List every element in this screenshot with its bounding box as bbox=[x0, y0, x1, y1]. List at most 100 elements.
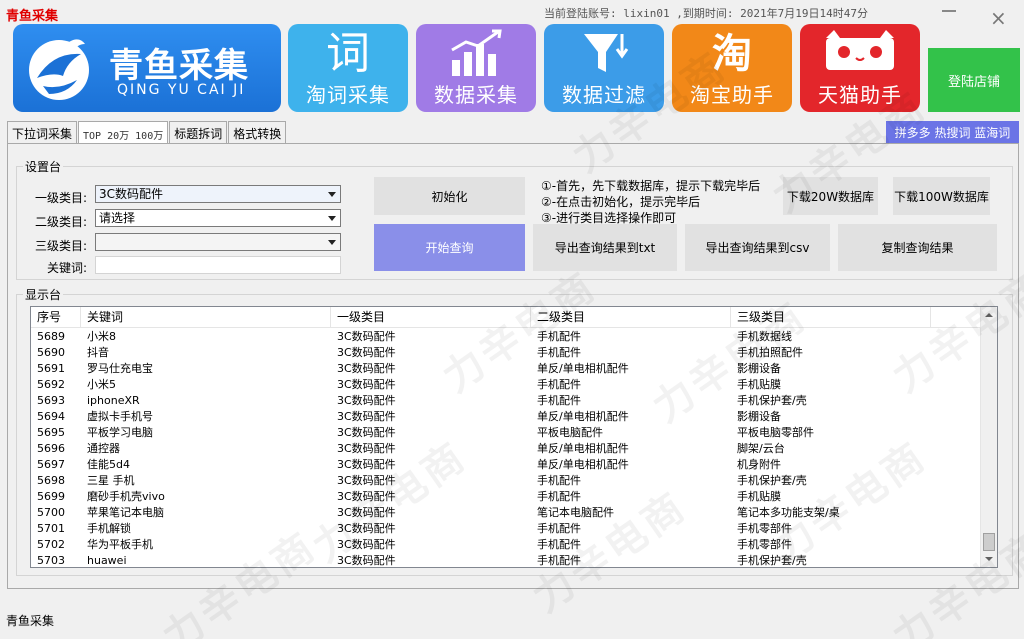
keyword-input[interactable] bbox=[95, 256, 341, 274]
close-button[interactable]: × bbox=[990, 8, 1007, 28]
table-cell: 佳能5d4 bbox=[87, 458, 130, 471]
cat1-value: 3C数码配件 bbox=[99, 187, 164, 201]
dropdown-arrow-icon bbox=[328, 216, 336, 221]
tab-format-convert[interactable]: 格式转换 bbox=[228, 121, 287, 143]
table-cell: 3C数码配件 bbox=[337, 410, 396, 423]
scroll-down-icon[interactable] bbox=[985, 557, 993, 561]
tile-taoci-collect[interactable]: 词 淘词采集 bbox=[288, 24, 408, 112]
logo-text-en: QING YU CAI JI bbox=[117, 82, 246, 98]
tile-label: 数据过滤 bbox=[562, 83, 646, 107]
table-row[interactable]: 5690 抖音 3C数码配件 手机配件 手机拍照配件 bbox=[31, 345, 981, 361]
results-table[interactable]: 序号 关键词 一级类目 二级类目 三级类目 5689 小米8 3C数码配件 手机配件手… bbox=[30, 306, 998, 568]
table-row[interactable]: 5694 虚拟卡手机号 3C数码配件 单反/单电相机配件 影棚设备 bbox=[31, 409, 981, 425]
tile-tmall-assistant[interactable]: 天猫助手 bbox=[800, 24, 920, 112]
table-cell: 5699 bbox=[37, 490, 65, 503]
table-cell: 5690 bbox=[37, 346, 65, 359]
table-cell: 磨砂手机壳vivo bbox=[87, 490, 165, 503]
download-20w-button[interactable]: 下载20W数据库 bbox=[783, 177, 878, 215]
tile-data-collect[interactable]: 数据采集 bbox=[416, 24, 536, 112]
table-cell: 5691 bbox=[37, 362, 65, 375]
table-row[interactable]: 5693 iphoneXR 3C数码配件 手机配件 手机保护套/壳 bbox=[31, 393, 981, 409]
tab-dropdown-words[interactable]: 下拉词采集 bbox=[7, 121, 78, 143]
table-cell: 3C数码配件 bbox=[337, 362, 396, 375]
table-row[interactable]: 5702 华为平板手机 3C数码配件 手机配件 手机零部件 bbox=[31, 537, 981, 553]
table-cell: 手机配件 bbox=[537, 474, 581, 487]
table-cell: 三星 手机 bbox=[87, 474, 135, 487]
table-cell: 手机零部件 bbox=[737, 522, 792, 535]
table-cell: huawei bbox=[87, 554, 127, 567]
table-row[interactable]: 5695 平板学习电脑 3C数码配件 平板电脑配件 平板电脑零部件 bbox=[31, 425, 981, 441]
table-cell: 手机贴膜 bbox=[737, 490, 781, 503]
table-cell: 3C数码配件 bbox=[337, 506, 396, 519]
table-cell: 脚架/云台 bbox=[737, 442, 785, 455]
copy-results-button[interactable]: 复制查询结果 bbox=[838, 224, 997, 271]
scroll-up-icon[interactable] bbox=[985, 313, 993, 317]
table-cell: 小米5 bbox=[87, 378, 116, 391]
init-button[interactable]: 初始化 bbox=[374, 177, 525, 215]
table-cell: 抖音 bbox=[87, 346, 109, 359]
table-cell: 5697 bbox=[37, 458, 65, 471]
table-cell: 5693 bbox=[37, 394, 65, 407]
column-header[interactable]: 序号 bbox=[31, 307, 81, 327]
table-row[interactable]: 5697 佳能5d4 3C数码配件 单反/单电相机配件 机身附件 bbox=[31, 457, 981, 473]
column-header[interactable]: 一级类目 bbox=[331, 307, 531, 327]
scroll-thumb[interactable] bbox=[983, 533, 995, 551]
table-cell: 平板电脑配件 bbox=[537, 426, 603, 439]
table-cell: 罗马仕充电宝 bbox=[87, 362, 153, 375]
minimize-button[interactable] bbox=[942, 10, 956, 12]
table-cell: 3C数码配件 bbox=[337, 554, 396, 567]
table-cell: 手机配件 bbox=[537, 554, 581, 567]
table-cell: 3C数码配件 bbox=[337, 490, 396, 503]
export-csv-button[interactable]: 导出查询结果到csv bbox=[685, 224, 830, 271]
login-store-button[interactable]: 登陆店铺 bbox=[928, 48, 1020, 112]
download-100w-button[interactable]: 下载100W数据库 bbox=[893, 177, 990, 215]
table-cell: 手机配件 bbox=[537, 394, 581, 407]
table-cell: 5695 bbox=[37, 426, 65, 439]
table-cell: 5703 bbox=[37, 554, 65, 567]
table-row[interactable]: 5689 小米8 3C数码配件 手机配件 手机数据线 bbox=[31, 329, 981, 345]
tab-top-20w-100w[interactable]: TOP 20万 100万 bbox=[78, 121, 169, 143]
start-query-button[interactable]: 开始查询 bbox=[374, 224, 525, 271]
column-header[interactable]: 关键词 bbox=[81, 307, 331, 327]
table-cell: 5702 bbox=[37, 538, 65, 551]
tile-label: 数据采集 bbox=[434, 83, 518, 107]
table-cell: 单反/单电相机配件 bbox=[537, 442, 629, 455]
table-row[interactable]: 5699 磨砂手机壳vivo 3C数码配件 手机配件 手机贴膜 bbox=[31, 489, 981, 505]
column-header[interactable]: 三级类目 bbox=[731, 307, 931, 327]
vertical-scrollbar[interactable] bbox=[980, 307, 997, 567]
account-info: 当前登陆账号: lixin01 ,到期时间: 2021年7月19日14时47分 bbox=[544, 7, 868, 20]
tab-title-split[interactable]: 标题拆词 bbox=[169, 121, 228, 143]
table-cell: 3C数码配件 bbox=[337, 474, 396, 487]
table-row[interactable]: 5698 三星 手机 3C数码配件 手机配件 手机保护套/壳 bbox=[31, 473, 981, 489]
table-cell: 单反/单电相机配件 bbox=[537, 458, 629, 471]
table-row[interactable]: 5703 huawei 3C数码配件 手机配件 手机保护套/壳 bbox=[31, 553, 981, 567]
column-header[interactable]: 二级类目 bbox=[531, 307, 731, 327]
status-bar: 青鱼采集 bbox=[6, 614, 55, 628]
table-cell: 平板电脑零部件 bbox=[737, 426, 814, 439]
export-txt-button[interactable]: 导出查询结果到txt bbox=[533, 224, 677, 271]
keyword-label: 关键词: bbox=[46, 261, 87, 275]
table-cell: 5696 bbox=[37, 442, 65, 455]
quick-links-button[interactable]: 拼多多 热搜词 蓝海词 bbox=[886, 121, 1019, 143]
table-cell: 手机保护套/壳 bbox=[737, 394, 807, 407]
table-cell: 3C数码配件 bbox=[337, 394, 396, 407]
cat1-select[interactable]: 3C数码配件 bbox=[95, 185, 341, 203]
table-cell: 手机配件 bbox=[537, 490, 581, 503]
table-cell: 5689 bbox=[37, 330, 65, 343]
settings-title: 设置台 bbox=[23, 158, 64, 175]
table-row[interactable]: 5700 苹果笔记本电脑 3C数码配件 笔记本电脑配件 笔记本多功能支架/桌 bbox=[31, 505, 981, 521]
table-cell: 手机配件 bbox=[537, 538, 581, 551]
table-cell: 手机配件 bbox=[537, 378, 581, 391]
table-row[interactable]: 5701 手机解锁 3C数码配件 手机配件 手机零部件 bbox=[31, 521, 981, 537]
table-row[interactable]: 5696 通控器 3C数码配件 单反/单电相机配件 脚架/云台 bbox=[31, 441, 981, 457]
table-cell: 手机配件 bbox=[537, 522, 581, 535]
cat2-label: 二级类目: bbox=[34, 215, 87, 229]
table-row[interactable]: 5691 罗马仕充电宝 3C数码配件 单反/单电相机配件 影棚设备 bbox=[31, 361, 981, 377]
tile-data-filter[interactable]: 数据过滤 bbox=[544, 24, 664, 112]
table-row[interactable]: 5692 小米5 3C数码配件 手机配件 手机贴膜 bbox=[31, 377, 981, 393]
table-cell: 3C数码配件 bbox=[337, 522, 396, 535]
cat3-select[interactable] bbox=[95, 233, 341, 251]
tile-taobao-assistant[interactable]: 淘 淘宝助手 bbox=[672, 24, 792, 112]
cat2-select[interactable]: 请选择 bbox=[95, 209, 341, 227]
tab-bar: 下拉词采集 TOP 20万 100万 标题拆词 格式转换 bbox=[7, 121, 287, 143]
